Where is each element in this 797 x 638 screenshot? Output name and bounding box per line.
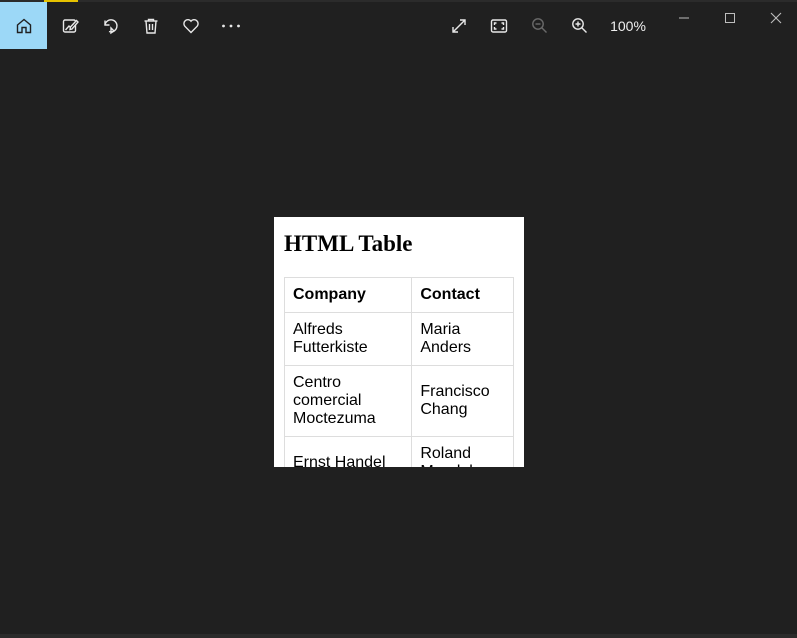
zoom-level[interactable]: 100% <box>604 2 652 49</box>
favorite-button[interactable] <box>171 2 211 49</box>
heart-icon <box>183 18 199 33</box>
toolbar: 100% <box>0 2 797 49</box>
close-button[interactable] <box>753 2 797 34</box>
maximize-button[interactable] <box>707 2 753 34</box>
maximize-icon <box>725 13 735 23</box>
table-header-row: Company Contact <box>283 277 514 313</box>
header-contact: Contact <box>411 277 514 313</box>
close-icon <box>770 12 782 24</box>
minimize-button[interactable] <box>661 2 707 34</box>
image-canvas[interactable]: HTML Table Company Contact Alfreds Futte… <box>274 217 524 467</box>
more-button[interactable] <box>211 2 251 49</box>
page-title: HTML Table <box>284 231 413 256</box>
cell-contact: Roland Mendel <box>411 436 514 467</box>
edit-image-icon <box>62 18 79 33</box>
cell-company: Centro comercial Moctezuma <box>283 365 413 437</box>
home-button[interactable] <box>0 2 47 49</box>
cell-contact: Francisco Chang <box>411 365 514 437</box>
bottom-edge <box>0 634 797 638</box>
expand-icon <box>452 18 466 33</box>
more-icon <box>222 24 240 27</box>
trash-icon <box>144 18 158 34</box>
cell-company: Alfreds Futterkiste <box>283 312 413 366</box>
table-row: Centro comercial Moctezuma Francisco Cha… <box>283 365 514 437</box>
zoom-out-button[interactable] <box>519 2 559 49</box>
cell-company: Ernst Handel <box>283 436 413 467</box>
zoom-in-button[interactable] <box>559 2 599 49</box>
fullscreen-button[interactable] <box>439 2 479 49</box>
edit-button[interactable] <box>51 2 91 49</box>
table-row: Alfreds Futterkiste Maria Anders <box>283 312 514 366</box>
home-icon <box>16 18 31 33</box>
fit-button[interactable] <box>479 2 519 49</box>
delete-button[interactable] <box>131 2 171 49</box>
fit-to-window-icon <box>490 18 508 33</box>
minimize-icon <box>679 17 689 19</box>
data-table: Company Contact Alfreds Futterkiste Mari… <box>283 277 514 467</box>
cell-contact: Maria Anders <box>411 312 514 366</box>
rotate-button[interactable] <box>91 2 131 49</box>
rotate-icon <box>104 18 118 34</box>
header-company: Company <box>283 277 413 313</box>
table-row: Ernst Handel Roland Mendel <box>283 436 514 467</box>
zoom-in-icon <box>571 18 587 33</box>
zoom-out-icon <box>531 18 547 33</box>
